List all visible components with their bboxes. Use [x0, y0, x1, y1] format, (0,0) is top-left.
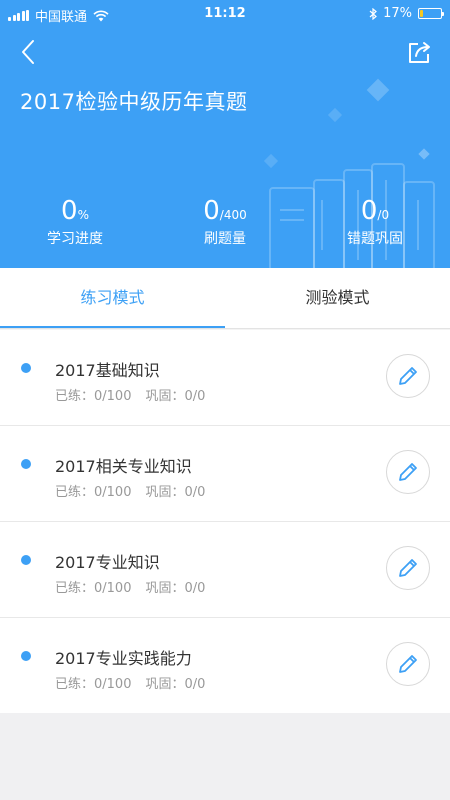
- battery-percent: 17%: [383, 6, 412, 21]
- stats-row: 0% 学习进度 0/400 刷题量 0/0 错题巩固: [0, 196, 450, 256]
- list-item[interactable]: 2017相关专业知识 已练：0/100 巩固：0/0: [0, 425, 450, 521]
- review-count: 巩固：0/0: [145, 677, 206, 692]
- stat-questions: 0/400 刷题量: [150, 196, 300, 248]
- status-bar: 中国联通 11:12 17%: [0, 0, 450, 28]
- review-count: 巩固：0/0: [145, 581, 206, 596]
- stat-questions-suffix: /400: [219, 208, 247, 222]
- bullet-dot: [21, 555, 31, 565]
- bullet-dot: [21, 363, 31, 373]
- stat-mistakes: 0/0 错题巩固: [300, 196, 450, 248]
- stat-progress: 0% 学习进度: [0, 196, 150, 248]
- practiced-count: 已练：0/100: [55, 581, 132, 596]
- tab-indicator: [0, 326, 225, 328]
- stat-progress-value: 0: [61, 196, 78, 226]
- header: 中国联通 11:12 17% 2017检验中级历年真题 0% 学习进度 0/40…: [0, 0, 450, 268]
- item-meta: 已练：0/100 巩固：0/0: [55, 577, 205, 596]
- practiced-count: 已练：0/100: [55, 677, 132, 692]
- practiced-count: 已练：0/100: [55, 485, 132, 500]
- pencil-icon: [399, 367, 417, 385]
- list-item[interactable]: 2017专业实践能力 已练：0/100 巩固：0/0: [0, 617, 450, 713]
- practiced-count: 已练：0/100: [55, 389, 132, 404]
- stat-mistakes-label: 错题巩固: [347, 231, 403, 247]
- pencil-icon: [399, 655, 417, 673]
- practice-button[interactable]: [386, 450, 430, 494]
- item-title: 2017基础知识: [55, 361, 160, 380]
- item-title: 2017专业知识: [55, 553, 160, 572]
- chapter-list: 2017基础知识 已练：0/100 巩固：0/0 2017相关专业知识 已练：0/…: [0, 329, 450, 713]
- pencil-icon: [399, 463, 417, 481]
- bullet-dot: [21, 459, 31, 469]
- practice-button[interactable]: [386, 642, 430, 686]
- list-item[interactable]: 2017专业知识 已练：0/100 巩固：0/0: [0, 521, 450, 617]
- bullet-dot: [21, 651, 31, 661]
- share-icon: [409, 42, 430, 63]
- review-count: 巩固：0/0: [145, 485, 206, 500]
- tab-quiz[interactable]: 测验模式: [225, 268, 450, 328]
- bluetooth-icon: [369, 7, 378, 20]
- practice-button[interactable]: [386, 546, 430, 590]
- item-title: 2017相关专业知识: [55, 457, 192, 476]
- list-item[interactable]: 2017基础知识 已练：0/100 巩固：0/0: [0, 329, 450, 425]
- stat-mistakes-suffix: /0: [377, 208, 390, 222]
- battery-icon: [418, 8, 444, 19]
- page-title: 2017检验中级历年真题: [20, 90, 248, 114]
- pencil-icon: [399, 559, 417, 577]
- mode-tabs: 练习模式 测验模式: [0, 268, 450, 329]
- item-meta: 已练：0/100 巩固：0/0: [55, 481, 205, 500]
- back-button[interactable]: [14, 36, 46, 68]
- practice-button[interactable]: [386, 354, 430, 398]
- share-button[interactable]: [406, 38, 434, 66]
- item-meta: 已练：0/100 巩固：0/0: [55, 673, 205, 692]
- stat-mistakes-value: 0: [360, 196, 378, 226]
- item-title: 2017专业实践能力: [55, 649, 192, 668]
- stat-questions-label: 刷题量: [204, 231, 246, 247]
- tab-practice[interactable]: 练习模式: [0, 268, 225, 328]
- status-right: 17%: [369, 6, 444, 21]
- review-count: 巩固：0/0: [145, 389, 206, 404]
- stat-progress-label: 学习进度: [47, 231, 103, 247]
- back-chevron-icon: [22, 40, 34, 64]
- battery-level: [420, 10, 423, 17]
- stat-progress-suffix: %: [77, 208, 89, 222]
- item-meta: 已练：0/100 巩固：0/0: [55, 385, 205, 404]
- stat-questions-value: 0: [203, 196, 220, 226]
